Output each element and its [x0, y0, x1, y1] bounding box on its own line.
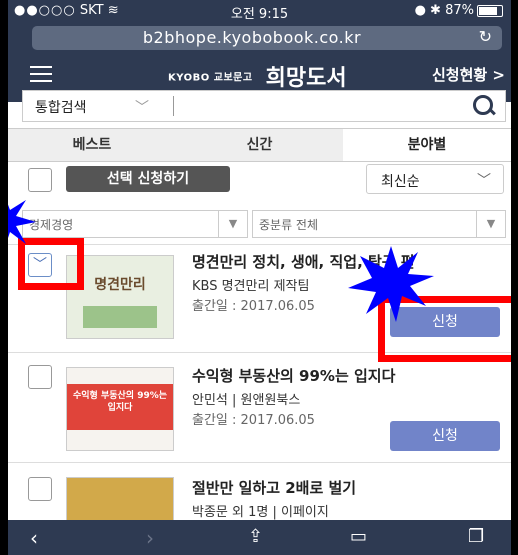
chevron-down-icon: ﹀ [477, 173, 491, 189]
tab-category[interactable]: 분야별 [343, 129, 511, 161]
sort-select[interactable]: 최신순 ﹀ [366, 164, 504, 194]
category-select[interactable]: 경제경영 ▼ [22, 210, 248, 238]
book-author: KBS 명견만리 제작팀 [192, 279, 310, 294]
list-item: 수익형 부동산의 99%는 입지다 수익형 부동산의 99%는 입지다 안민석 … [8, 352, 511, 463]
book-author: 안민석 | 원앤원북스 [192, 393, 301, 408]
book-title[interactable]: 절반만 일하고 2배로 벌기 [192, 477, 356, 498]
book-title[interactable]: 수익형 부동산의 99%는 입지다 [192, 365, 395, 386]
book-author: 박종문 외 1명 | 이페이지 [192, 505, 329, 520]
url-bar[interactable]: b2bhope.kyobobook.co.kr ↻ [32, 26, 502, 50]
search-scope-select[interactable]: 통합검색 ﹀ [23, 91, 171, 121]
search-bar: 통합검색 ﹀ [22, 90, 506, 122]
battery-icon [477, 4, 503, 17]
logo[interactable]: KYOBO 교보문고 희망도서 [168, 60, 347, 92]
application-status-link[interactable]: 신청현황 > [432, 64, 505, 85]
forward-icon[interactable]: › [146, 526, 154, 550]
bookmarks-icon[interactable]: ▭ [350, 526, 367, 547]
book-date: 출간일 : 2017.06.05 [192, 299, 315, 314]
tab-bar: 베스트 신간 분야별 [8, 128, 511, 162]
url-text: b2bhope.kyobobook.co.kr [142, 28, 362, 47]
status-bar: ●●○○○ SKT ≋ 오전 9:15 ● ✱ 87% [8, 0, 511, 22]
device-frame: ●●○○○ SKT ≋ 오전 9:15 ● ✱ 87% b2bhope.kyob… [0, 0, 518, 555]
chevron-down-icon: ▼ [476, 211, 505, 237]
back-icon[interactable]: ‹ [30, 526, 38, 550]
book-checkbox[interactable] [28, 365, 52, 389]
book-cover[interactable]: 수익형 부동산의 99%는 입지다 [66, 367, 174, 451]
screen: ●●○○○ SKT ≋ 오전 9:15 ● ✱ 87% b2bhope.kyob… [8, 0, 511, 555]
select-all-checkbox[interactable] [28, 168, 52, 192]
cover-title: 수익형 부동산의 99%는 입지다 [72, 391, 168, 413]
book-date: 출간일 : 2017.06.05 [192, 413, 315, 428]
select-apply-button[interactable]: 선택 신청하기 [66, 166, 230, 192]
burst-icon [8, 200, 36, 244]
alarm-icon: ● [414, 3, 426, 18]
browser-toolbar: ‹ › ⇪ ▭ ❐ [8, 520, 511, 555]
logo-title: 희망도서 [265, 66, 347, 91]
cover-graphic [83, 306, 157, 328]
apply-button[interactable]: 신청 [390, 421, 500, 451]
reload-icon[interactable]: ↻ [479, 27, 492, 46]
logo-small: KYOBO 교보문고 [168, 72, 253, 84]
menu-icon[interactable] [30, 66, 52, 82]
tab-new[interactable]: 신간 [176, 129, 343, 161]
search-input[interactable] [179, 94, 463, 118]
burst-icon [348, 246, 434, 322]
list-item: 절반만 일하고 2배로 벌기 박종문 외 1명 | 이페이지 [8, 462, 511, 525]
status-right: ● ✱ 87% [415, 3, 503, 18]
filter-row: 경제경영 ▼ 중분류 전체 ▼ [22, 210, 506, 238]
chevron-down-icon: ﹀ [135, 100, 149, 116]
book-checkbox[interactable] [28, 477, 52, 501]
share-icon[interactable]: ⇪ [248, 526, 263, 547]
subcategory-select[interactable]: 중분류 전체 ▼ [252, 210, 506, 238]
divider [173, 96, 174, 116]
bluetooth-icon: ✱ [430, 3, 441, 18]
tabs-icon[interactable]: ❐ [468, 526, 484, 547]
chevron-down-icon: ▼ [218, 211, 247, 237]
tab-best[interactable]: 베스트 [8, 129, 176, 161]
search-icon[interactable] [471, 93, 497, 119]
book-cover[interactable] [66, 477, 174, 525]
